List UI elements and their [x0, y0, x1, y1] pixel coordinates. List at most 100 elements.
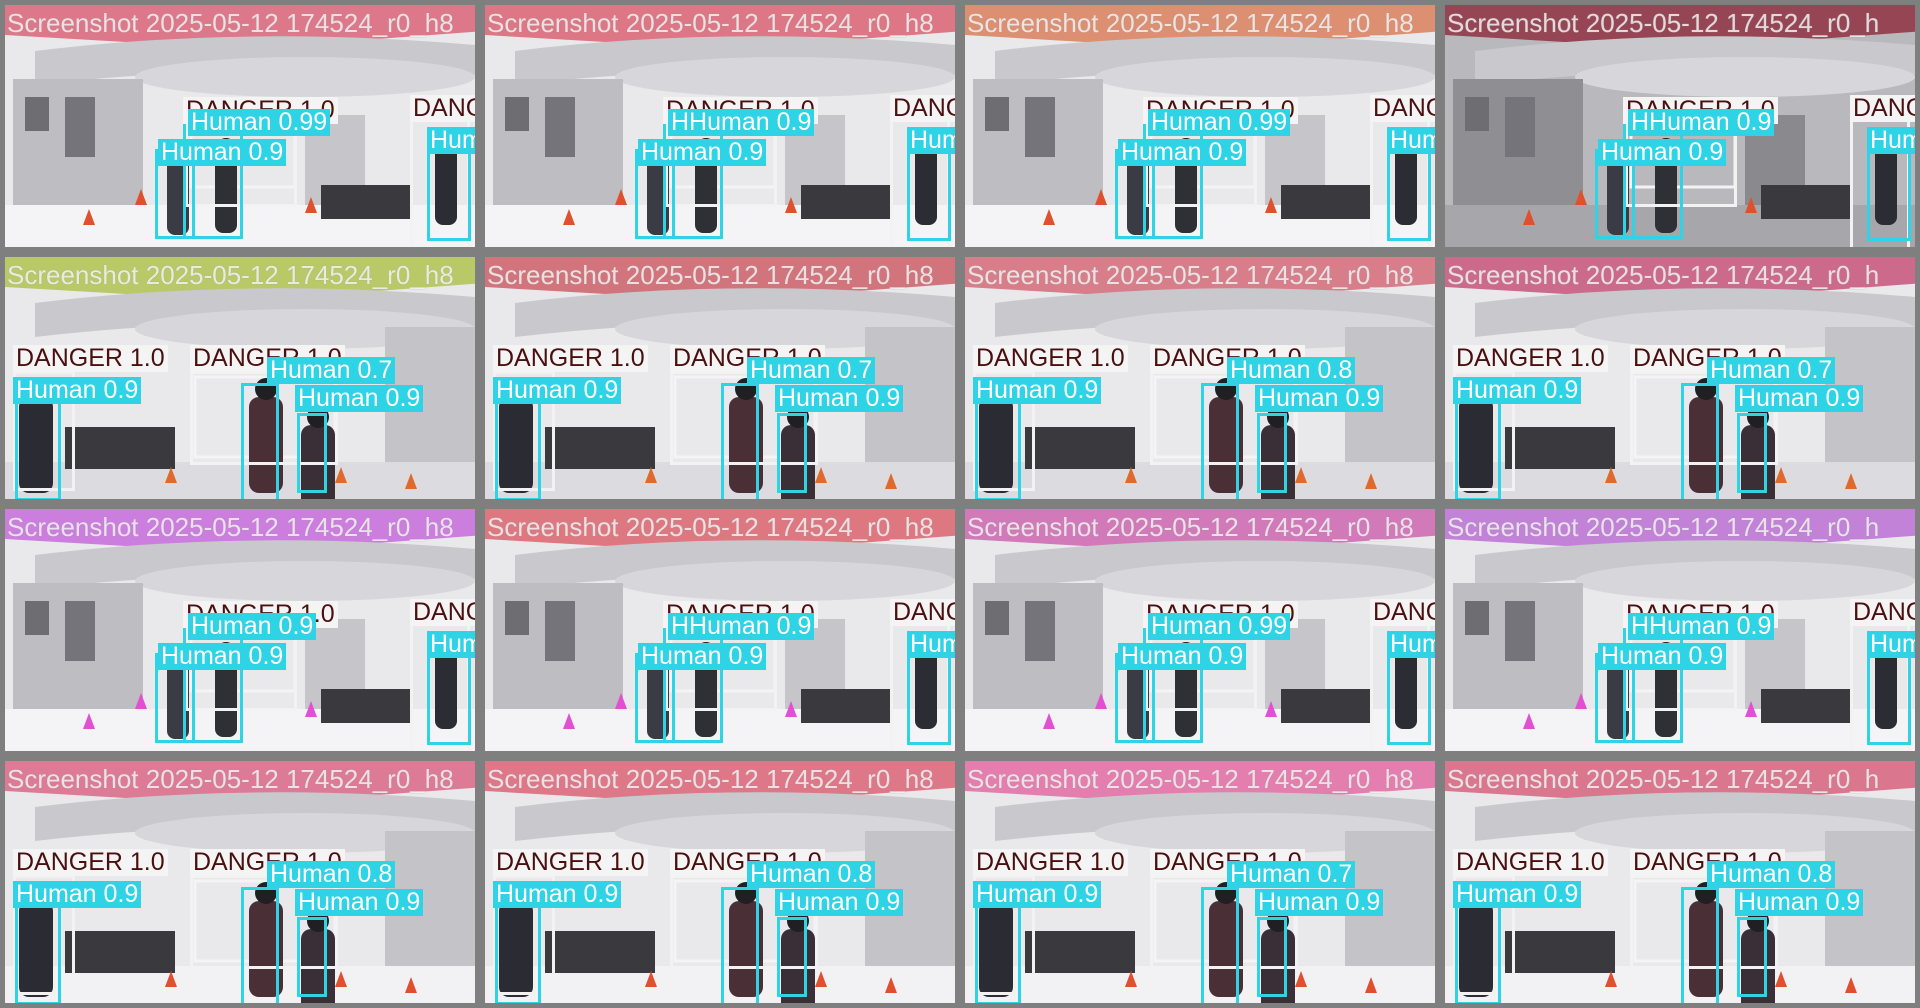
- lift-wheel: [1095, 57, 1435, 97]
- human-detection-box: [1257, 413, 1287, 493]
- detection-tile: Screenshot 2025-05-12 174524_r0_h DANGER …: [1440, 504, 1920, 756]
- lift-wheel: [135, 561, 475, 601]
- shack-door: [545, 97, 575, 157]
- human-detection-box: [1201, 887, 1239, 1003]
- detection-tile: Screenshot 2025-05-12 174524_r0_h DANGER …: [1440, 252, 1920, 504]
- detection-tile: Screenshot 2025-05-12 174524_r0_h8 DANGER…: [480, 756, 960, 1008]
- human-label: Human 0.9: [427, 631, 475, 658]
- shack-window: [25, 97, 49, 131]
- danger-label: DANGER 1.0: [410, 599, 475, 626]
- stacked-chairs: [1025, 931, 1135, 973]
- human-detection-box: [297, 917, 327, 997]
- danger-label: DANGER 1.0: [973, 345, 1128, 372]
- human-detection-box: [241, 887, 279, 1003]
- stacked-chairs: [1505, 931, 1615, 973]
- human-label: Human 0.9: [1598, 139, 1727, 166]
- human-detection-box: [1737, 917, 1767, 997]
- frame-caption: Screenshot 2025-05-12 174524_r0_h8: [967, 764, 1414, 794]
- detection-mosaic: Screenshot 2025-05-12 174524_r0_h8 DANGER…: [0, 0, 1920, 1008]
- human-detection-box: [721, 887, 759, 1003]
- stacked-chairs: [65, 931, 175, 973]
- human-label: Human 0.9: [1453, 881, 1582, 908]
- danger-label: DANGER 1.0: [1453, 849, 1608, 876]
- frame-caption: Screenshot 2025-05-12 174524_r0_h8: [487, 260, 934, 290]
- detection-tile: Screenshot 2025-05-12 174524_r0_h8 DANGER…: [0, 756, 480, 1008]
- danger-label: DANGER 1.0: [890, 599, 955, 626]
- frame-caption: Screenshot 2025-05-12 174524_r0_h8: [487, 8, 934, 38]
- human-label: Human 0.9: [1867, 631, 1915, 658]
- human-detection-box: [1737, 413, 1767, 493]
- frame-caption: Screenshot 2025-05-12 174524_r0_h8: [7, 8, 454, 38]
- human-detection-box: [721, 383, 759, 499]
- human-label: Human 0.7: [267, 357, 396, 384]
- human-label: Human 0.9: [1255, 889, 1384, 916]
- human-label: Human 0.9: [493, 377, 622, 404]
- stacked-chairs: [1025, 427, 1135, 469]
- human-label: HHuman 0.9: [668, 109, 815, 136]
- stacked-chairs: [1761, 185, 1851, 219]
- frame-caption: Screenshot 2025-05-12 174524_r0_h: [1447, 512, 1880, 542]
- human-label: Human 0.9: [775, 889, 904, 916]
- lift-wheel: [1095, 561, 1435, 601]
- stacked-chairs: [1505, 427, 1615, 469]
- human-label: Human 0.9: [158, 139, 287, 166]
- human-label: Human 0.9: [1255, 385, 1384, 412]
- human-label: HHuman 0.9: [1628, 109, 1775, 136]
- human-detection-box: [777, 917, 807, 997]
- stacked-chairs: [1281, 185, 1371, 219]
- detection-tile: Screenshot 2025-05-12 174524_r0_h8 DANGER…: [0, 0, 480, 252]
- danger-label: DANGER 1.0: [13, 345, 168, 372]
- human-label: Human 0.9: [1735, 385, 1864, 412]
- stacked-chairs: [545, 931, 655, 973]
- human-label: Human 0.8: [267, 861, 396, 888]
- detection-tile: Screenshot 2025-05-12 174524_r0_h8 DANGER…: [480, 504, 960, 756]
- human-detection-box: [241, 383, 279, 499]
- lift-wheel: [1575, 561, 1915, 601]
- frame-caption: Screenshot 2025-05-12 174524_r0_h8: [7, 512, 454, 542]
- lift-wheel: [615, 561, 955, 601]
- danger-label: DANGER 1.0: [1370, 599, 1435, 626]
- human-label: Human 0.99: [1148, 613, 1291, 640]
- human-label: Human 0.9: [638, 139, 767, 166]
- detection-tile: Screenshot 2025-05-12 174524_r0_h8 DANGER…: [0, 252, 480, 504]
- danger-label: DANGER 1.0: [13, 849, 168, 876]
- human-label: Human 0.9: [973, 377, 1102, 404]
- danger-label: DANGER 1.0: [410, 95, 475, 122]
- human-label: HHuman 0.9: [1628, 613, 1775, 640]
- human-label: Human 0.9: [907, 127, 955, 154]
- frame-caption: Screenshot 2025-05-12 174524_r0_h8: [487, 764, 934, 794]
- shack-window: [505, 601, 529, 635]
- human-detection-box: [1681, 887, 1719, 1003]
- human-label: Human 0.9: [158, 643, 287, 670]
- shack-window: [25, 601, 49, 635]
- shack-window: [505, 97, 529, 131]
- human-label: Human 0.8: [1707, 861, 1836, 888]
- human-label: Human 0.99: [188, 109, 331, 136]
- danger-label: DANGER 1.0: [1850, 599, 1915, 626]
- human-label: Human 0.9: [1387, 631, 1435, 658]
- human-detection-box: [297, 413, 327, 493]
- human-label: Human 0.9: [638, 643, 767, 670]
- shack-door: [1025, 97, 1055, 157]
- human-label: Human 0.99: [1148, 109, 1291, 136]
- shack-door: [1505, 97, 1535, 157]
- human-label: Human 0.9: [13, 377, 142, 404]
- frame-caption: Screenshot 2025-05-12 174524_r0_h8: [7, 764, 454, 794]
- stacked-chairs: [321, 185, 411, 219]
- human-label: Human 0.9: [295, 385, 424, 412]
- human-label: Human 0.9: [493, 881, 622, 908]
- human-label: Human 0.9: [1598, 643, 1727, 670]
- stacked-chairs: [801, 185, 891, 219]
- stacked-chairs: [65, 427, 175, 469]
- stacked-chairs: [801, 689, 891, 723]
- human-label: Human 0.9: [775, 385, 904, 412]
- shack-door: [65, 97, 95, 157]
- shack-window: [1465, 601, 1489, 635]
- human-label: Human 0.9: [973, 881, 1102, 908]
- stacked-chairs: [321, 689, 411, 723]
- human-label: Human 0.9: [1387, 127, 1435, 154]
- danger-label: DANGER 1.0: [1370, 95, 1435, 122]
- human-label: Human 0.9: [1453, 377, 1582, 404]
- danger-label: DANGER 1.0: [1453, 345, 1608, 372]
- shack-window: [1465, 97, 1489, 131]
